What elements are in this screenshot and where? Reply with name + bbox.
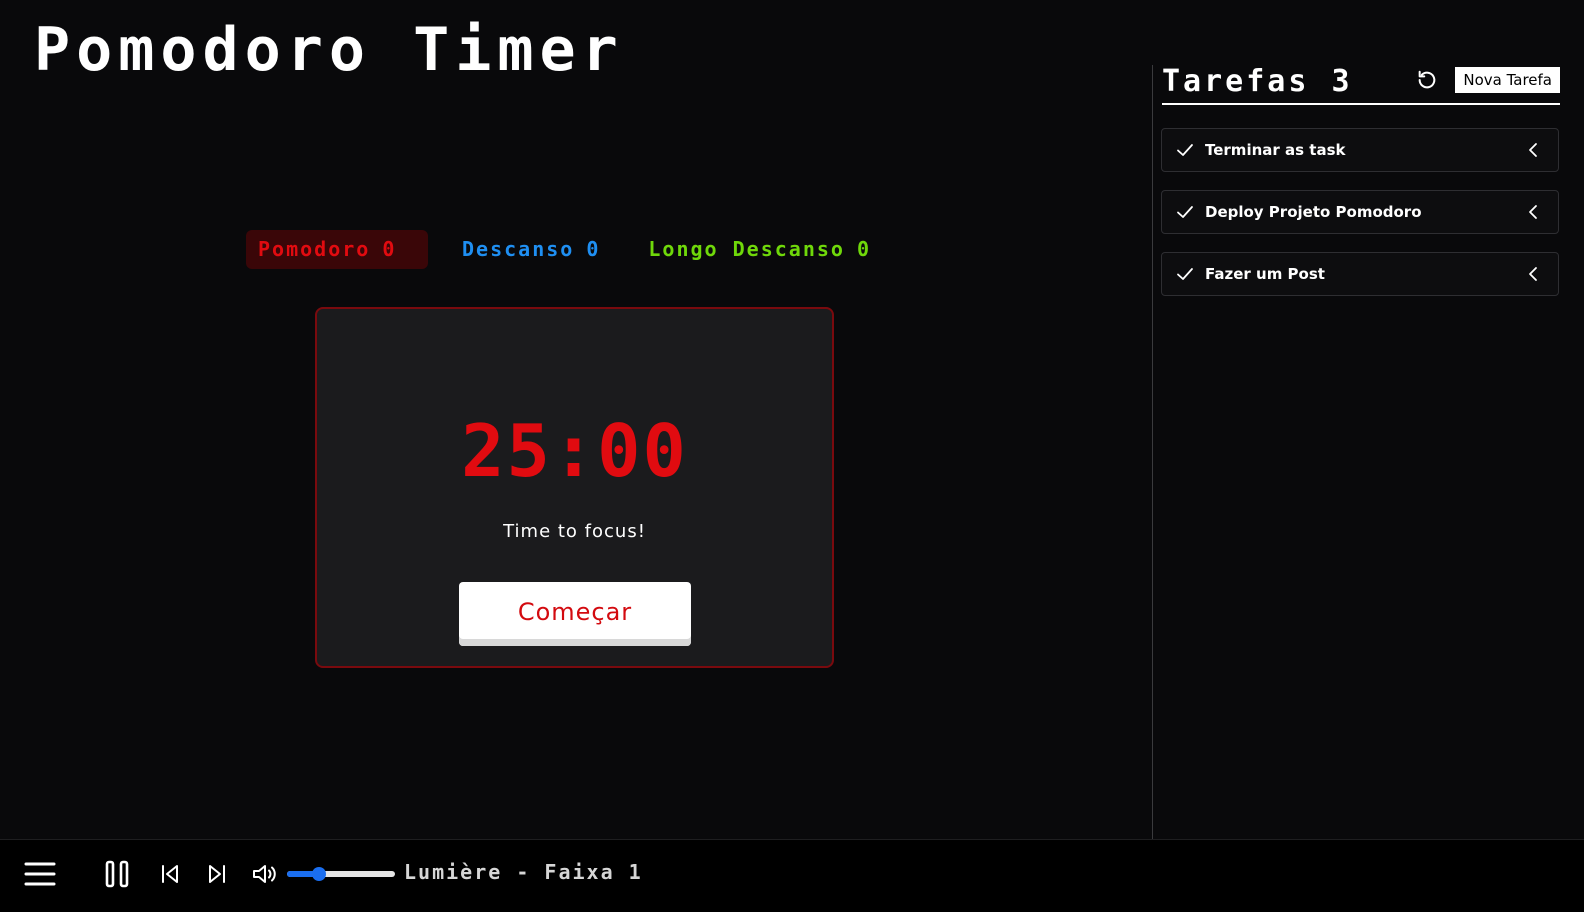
task-label: Fazer um Post bbox=[1205, 265, 1325, 283]
task-list: Terminar as task Deploy Projeto Pomodoro… bbox=[1161, 128, 1559, 314]
pause-icon[interactable] bbox=[104, 859, 130, 889]
volume-slider[interactable] bbox=[287, 867, 395, 881]
tab-longo-descanso-count: 0 bbox=[856, 237, 871, 261]
tab-pomodoro[interactable]: Pomodoro 0 bbox=[246, 230, 428, 269]
chevron-left-icon[interactable] bbox=[1526, 204, 1540, 220]
new-task-button[interactable]: Nova Tarefa bbox=[1455, 67, 1560, 93]
timer-card: 25:00 Time to focus! Começar bbox=[315, 307, 834, 668]
timer-message: Time to focus! bbox=[503, 521, 646, 542]
task-item[interactable]: Terminar as task bbox=[1161, 128, 1559, 172]
volume-icon[interactable] bbox=[252, 862, 278, 886]
tab-pomodoro-label: Pomodoro bbox=[258, 237, 371, 261]
previous-icon[interactable] bbox=[160, 863, 180, 885]
tab-pomodoro-count: 0 bbox=[382, 237, 397, 261]
check-icon[interactable] bbox=[1176, 265, 1194, 283]
tab-descanso-count: 0 bbox=[586, 237, 601, 261]
chevron-left-icon[interactable] bbox=[1526, 142, 1540, 158]
task-item[interactable]: Deploy Projeto Pomodoro bbox=[1161, 190, 1559, 234]
reset-icon[interactable] bbox=[1416, 69, 1438, 91]
tasks-title: Tarefas 3 bbox=[1162, 64, 1353, 99]
timer-display: 25:00 bbox=[461, 409, 688, 493]
tasks-divider bbox=[1152, 65, 1153, 840]
tasks-header: Tarefas 3 Nova Tarefa bbox=[1162, 60, 1560, 105]
next-icon[interactable] bbox=[207, 863, 227, 885]
start-button[interactable]: Começar bbox=[459, 582, 691, 646]
mode-tabs: Pomodoro 0 Descanso 0 Longo Descanso 0 bbox=[246, 230, 883, 269]
chevron-left-icon[interactable] bbox=[1526, 266, 1540, 282]
tasks-count: 3 bbox=[1331, 64, 1353, 99]
task-label: Terminar as task bbox=[1205, 141, 1346, 159]
tasks-title-label: Tarefas bbox=[1162, 64, 1310, 99]
check-icon[interactable] bbox=[1176, 203, 1194, 221]
tab-longo-descanso[interactable]: Longo Descanso 0 bbox=[636, 230, 883, 269]
tab-descanso[interactable]: Descanso 0 bbox=[450, 230, 612, 269]
player-bar: Lumière - Faixa 1 bbox=[0, 839, 1584, 912]
check-icon[interactable] bbox=[1176, 141, 1194, 159]
task-label: Deploy Projeto Pomodoro bbox=[1205, 203, 1422, 221]
tab-descanso-label: Descanso bbox=[462, 237, 575, 261]
volume-thumb[interactable] bbox=[312, 867, 327, 881]
track-name: Lumière - Faixa 1 bbox=[404, 860, 643, 884]
tab-longo-descanso-label: Longo Descanso bbox=[648, 237, 845, 261]
app-title: Pomodoro Timer bbox=[34, 15, 624, 85]
menu-icon[interactable] bbox=[24, 860, 56, 888]
task-item[interactable]: Fazer um Post bbox=[1161, 252, 1559, 296]
